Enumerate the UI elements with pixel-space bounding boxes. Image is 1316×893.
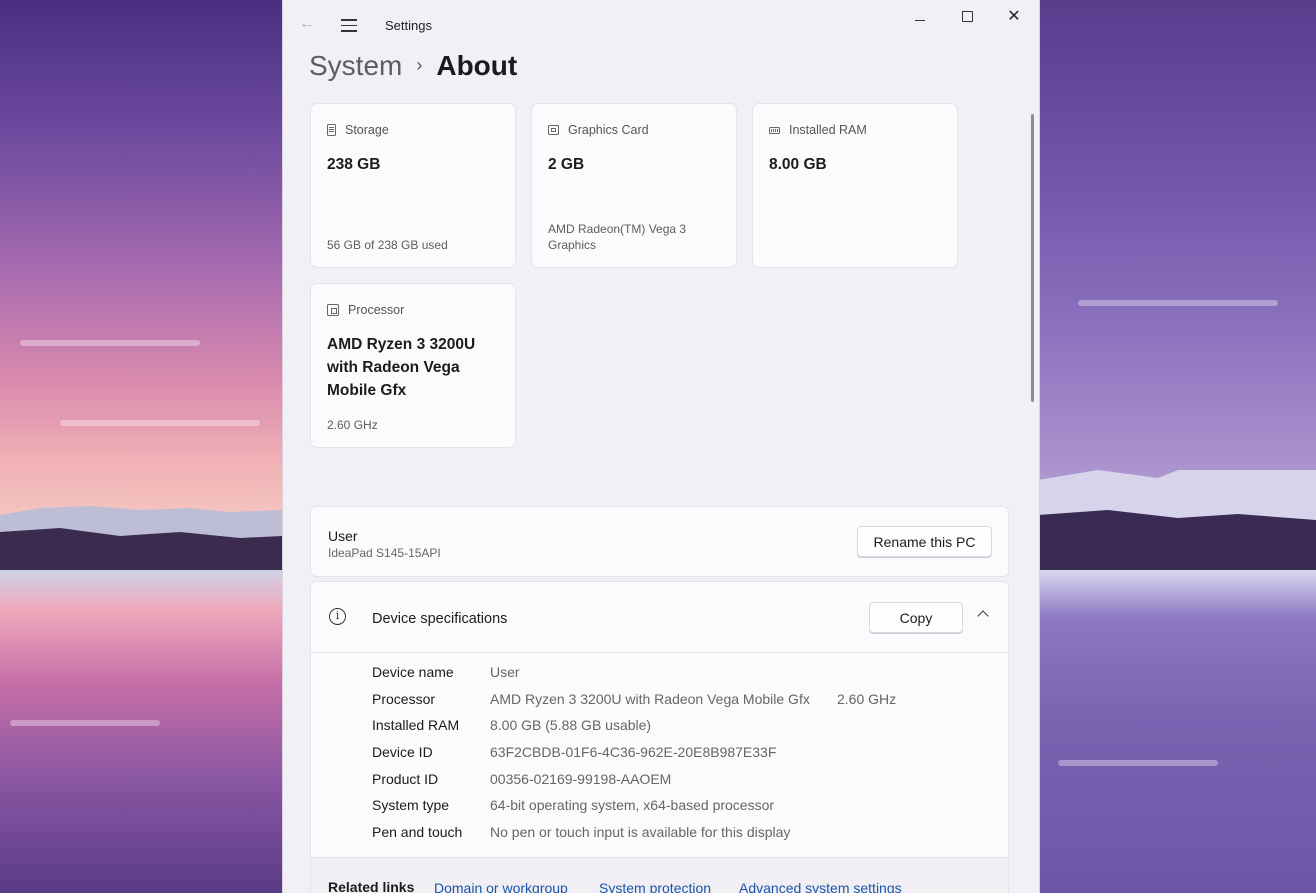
page-title: About <box>436 50 518 81</box>
spec-value: 64-bit operating system, x64-based proce… <box>490 797 775 814</box>
spec-row-installed-ram: Installed RAM 8.00 GB (5.88 GB usable) <box>311 717 1008 744</box>
processor-card-value: AMD Ryzen 3 3200U with Radeon Vega Mobil… <box>327 336 476 399</box>
copy-button[interactable]: Copy <box>869 602 963 633</box>
link-advanced-system-settings[interactable]: Advanced system settings <box>739 880 902 893</box>
spec-row-device-name: Device name User <box>311 664 1008 691</box>
info-icon: i <box>329 608 346 625</box>
processor-card[interactable]: Processor AMD Ryzen 3 3200U with Radeon … <box>310 283 516 448</box>
desktop-wallpaper-left <box>0 0 282 893</box>
spec-label: Pen and touch <box>372 824 463 841</box>
related-links-bar: Related links Domain or workgroup System… <box>311 857 1008 893</box>
device-specifications-title: Device specifications <box>372 611 508 627</box>
graphics-card-name: AMD Radeon(TM) Vega 3 Graphics <box>548 222 687 252</box>
installed-ram-label: Installed RAM <box>789 123 867 137</box>
processor-card-label: Processor <box>348 303 405 317</box>
chevron-up-icon[interactable] <box>975 606 993 624</box>
app-title: Settings <box>385 18 432 33</box>
spec-row-system-type: System type 64-bit operating system, x64… <box>311 797 1008 824</box>
rename-pc-button[interactable]: Rename this PC <box>857 526 992 557</box>
scrollbar[interactable] <box>1031 114 1034 402</box>
storage-card-value: 238 GB <box>327 156 381 173</box>
spec-row-device-id: Device ID 63F2CBDB-01F6-4C36-962E-20E8B9… <box>311 744 1008 771</box>
chevron-right-icon: › <box>416 55 423 75</box>
graphics-card-icon <box>548 125 559 135</box>
storage-card-usage: 56 GB of 238 GB used <box>327 238 448 252</box>
close-icon: ✕ <box>1007 8 1021 25</box>
spec-row-pen-and-touch: Pen and touch No pen or touch input is a… <box>311 824 1008 851</box>
ram-icon <box>769 126 780 134</box>
spec-row-processor: Processor AMD Ryzen 3 3200U with Radeon … <box>311 691 1008 718</box>
settings-window: ← Settings ✕ System › About Storage 238 GB… <box>282 0 1040 893</box>
spec-label: System type <box>372 797 450 814</box>
spec-row-product-id: Product ID 00356-02169-99198-AAOEM <box>311 771 1008 798</box>
installed-ram-value: 8.00 GB <box>769 156 827 173</box>
title-bar: ← Settings ✕ <box>283 0 1039 52</box>
processor-icon <box>327 304 339 316</box>
spec-label: Installed RAM <box>372 717 460 734</box>
graphics-card-value: 2 GB <box>548 156 585 173</box>
spec-label: Device ID <box>372 744 433 761</box>
spec-value: 00356-02169-99198-AAOEM <box>490 770 672 787</box>
spec-value: 8.00 GB (5.88 GB usable) <box>490 717 652 734</box>
minimize-icon <box>915 20 925 21</box>
storage-card-label: Storage <box>345 123 389 137</box>
hamburger-menu-icon[interactable] <box>341 19 357 36</box>
device-specifications-header[interactable]: i Device specifications Copy <box>311 582 1008 653</box>
spec-value: AMD Ryzen 3 3200U with Radeon Vega Mobil… <box>490 690 810 707</box>
desktop-wallpaper-right <box>1038 0 1316 893</box>
processor-card-speed: 2.60 GHz <box>327 418 378 432</box>
breadcrumb: System › About <box>309 50 517 82</box>
spec-label: Device name <box>372 664 454 680</box>
spec-value: 63F2CBDB-01F6-4C36-962E-20E8B987E33F <box>490 744 777 761</box>
maximize-icon <box>961 11 973 22</box>
spec-value: No pen or touch input is available for t… <box>490 824 791 841</box>
spec-label: Processor <box>372 690 436 707</box>
storage-card[interactable]: Storage 238 GB 56 GB of 238 GB used <box>310 103 516 268</box>
device-model: IdeaPad S145-15API <box>328 546 441 560</box>
device-name-panel: User IdeaPad S145-15API Rename this PC <box>310 506 1009 577</box>
specs-list: Device name User Processor AMD Ryzen 3 3… <box>311 664 1008 851</box>
installed-ram-card[interactable]: Installed RAM 8.00 GB <box>752 103 958 268</box>
maximize-button[interactable] <box>944 8 990 28</box>
storage-icon <box>327 124 336 136</box>
graphics-card-label: Graphics Card <box>568 123 649 137</box>
device-name: User <box>328 528 358 544</box>
link-system-protection[interactable]: System protection <box>599 880 711 893</box>
breadcrumb-system[interactable]: System <box>309 50 402 81</box>
device-specifications-panel: i Device specifications Copy Device name… <box>310 581 1009 893</box>
minimize-button[interactable] <box>897 8 943 28</box>
spec-value: User <box>490 664 520 680</box>
back-arrow-icon[interactable]: ← <box>299 15 315 33</box>
spec-value-speed: 2.60 GHz <box>837 690 897 707</box>
spec-label: Product ID <box>372 770 439 787</box>
close-button[interactable]: ✕ <box>991 8 1037 28</box>
graphics-card-card[interactable]: Graphics Card 2 GB AMD Radeon(TM) Vega 3… <box>531 103 737 268</box>
related-links-label: Related links <box>328 879 415 893</box>
link-domain-or-workgroup[interactable]: Domain or workgroup <box>434 880 568 893</box>
